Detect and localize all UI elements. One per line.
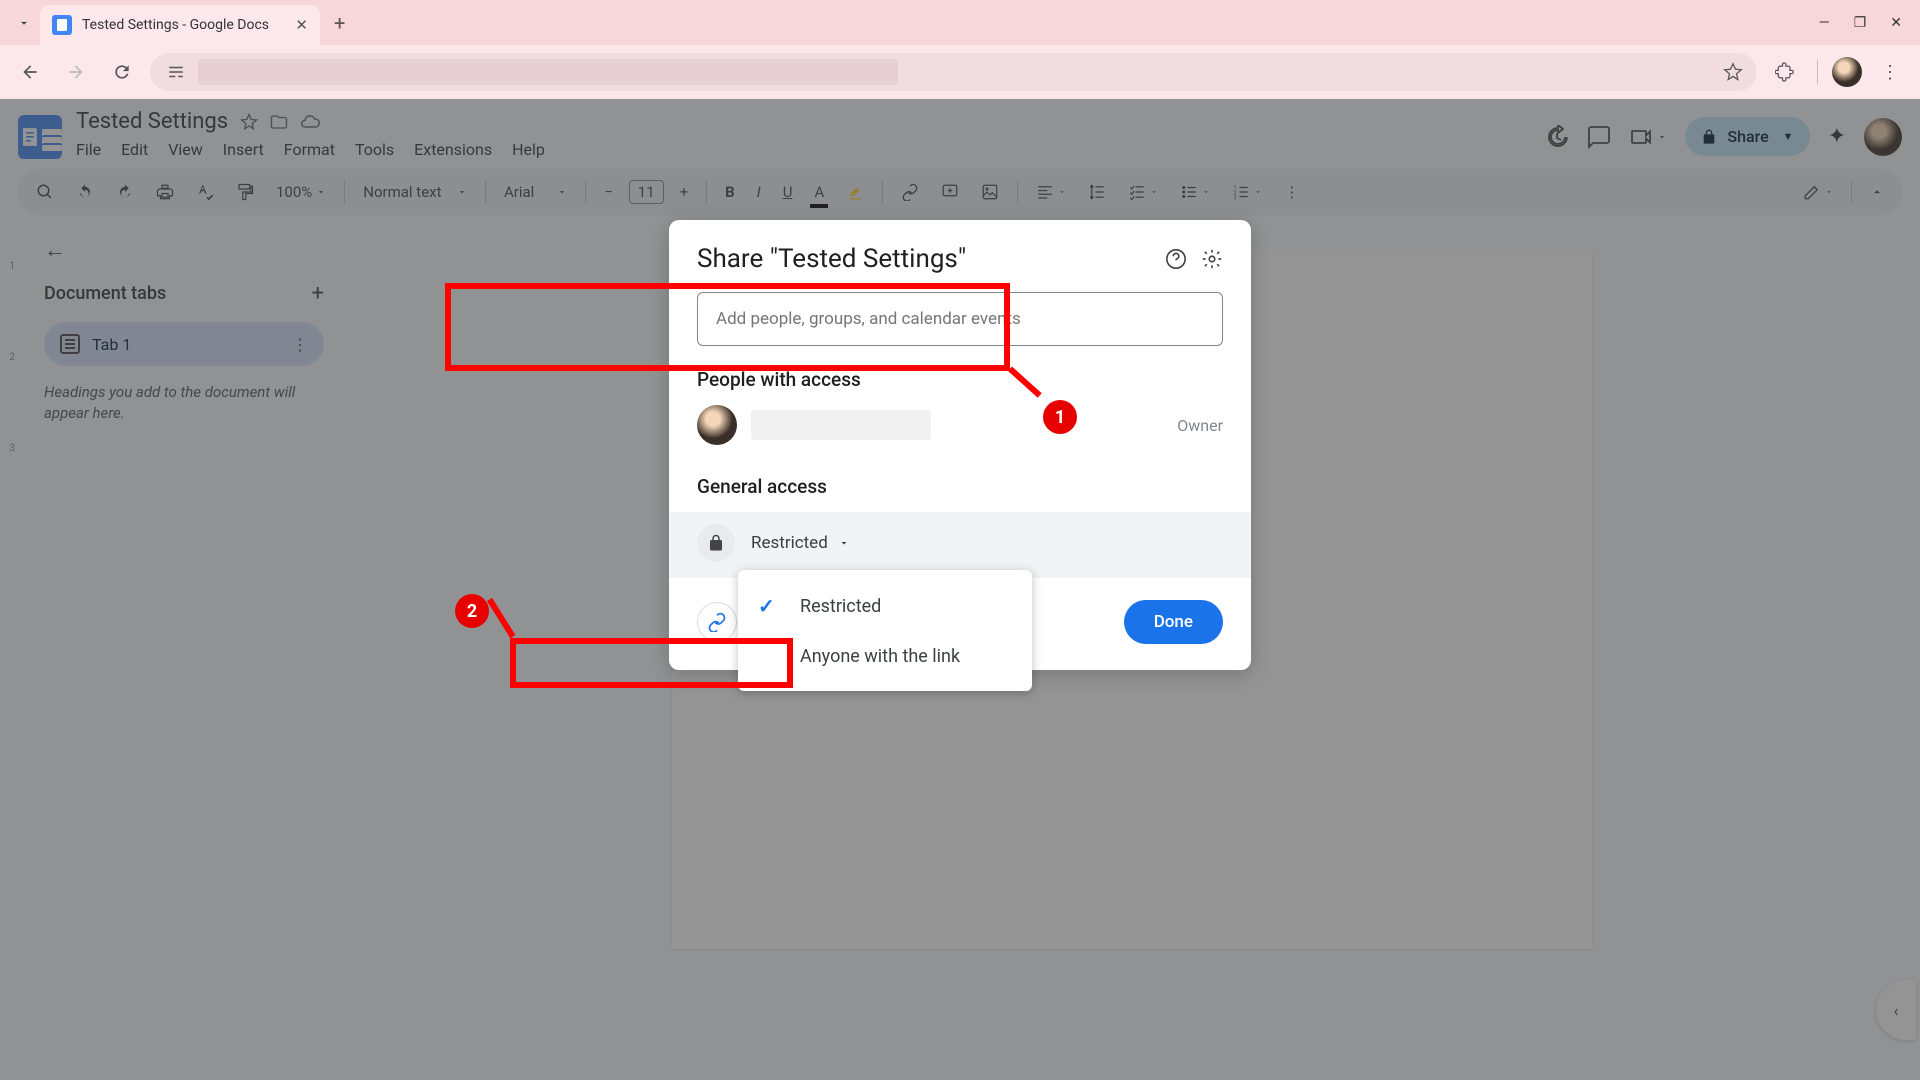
copy-link-button[interactable]	[697, 602, 737, 642]
dropdown-option-anyone[interactable]: Anyone with the link	[738, 632, 1032, 681]
browser-tab-strip: Tested Settings - Google Docs ✕ + ― ❐ ✕	[0, 0, 1920, 45]
docs-favicon-icon	[52, 15, 72, 35]
add-people-input[interactable]	[697, 292, 1223, 346]
settings-gear-icon[interactable]	[1201, 248, 1223, 270]
window-controls: ― ❐ ✕	[1819, 15, 1912, 31]
lock-circle-icon	[697, 524, 735, 562]
browser-tab-active[interactable]: Tested Settings - Google Docs ✕	[40, 5, 320, 45]
url-redacted	[198, 59, 898, 85]
people-with-access-title: People with access	[697, 368, 1223, 391]
owner-name-redacted	[751, 410, 931, 440]
help-icon[interactable]	[1165, 248, 1187, 270]
browser-profile-avatar[interactable]	[1832, 57, 1862, 87]
annotation-badge-2: 2	[455, 594, 489, 628]
check-icon: ✓	[758, 594, 782, 618]
close-window-icon[interactable]: ✕	[1890, 15, 1902, 31]
browser-menu-icon[interactable]: ⋮	[1872, 54, 1908, 90]
forward-button	[58, 54, 94, 90]
dialog-title: Share "Tested Settings"	[697, 244, 1151, 274]
owner-avatar	[697, 405, 737, 445]
bookmark-star-icon[interactable]	[1723, 62, 1743, 82]
reload-button[interactable]	[104, 54, 140, 90]
general-access-title: General access	[697, 475, 1223, 498]
dropdown-option-restricted[interactable]: ✓ Restricted	[738, 580, 1032, 632]
general-access-section: Restricted	[669, 512, 1251, 578]
tab-search-dropdown[interactable]	[8, 7, 40, 39]
maximize-icon[interactable]: ❐	[1854, 15, 1867, 31]
person-row-owner: Owner	[697, 405, 1223, 445]
address-bar-row: ⋮	[0, 45, 1920, 99]
separator	[1817, 60, 1818, 84]
address-bar[interactable]	[150, 53, 1757, 91]
annotation-badge-1: 1	[1043, 400, 1077, 434]
back-button[interactable]	[12, 54, 48, 90]
access-dropdown-menu: ✓ Restricted Anyone with the link	[738, 570, 1032, 691]
extensions-icon[interactable]	[1767, 54, 1803, 90]
access-level-select[interactable]: Restricted	[751, 533, 850, 553]
site-settings-icon[interactable]	[164, 60, 188, 84]
new-tab-button[interactable]: +	[334, 11, 345, 35]
tab-close-icon[interactable]: ✕	[295, 16, 308, 34]
done-button[interactable]: Done	[1124, 600, 1223, 644]
tab-title: Tested Settings - Google Docs	[82, 17, 285, 33]
owner-role: Owner	[1177, 416, 1223, 435]
minimize-icon[interactable]: ―	[1819, 15, 1830, 31]
